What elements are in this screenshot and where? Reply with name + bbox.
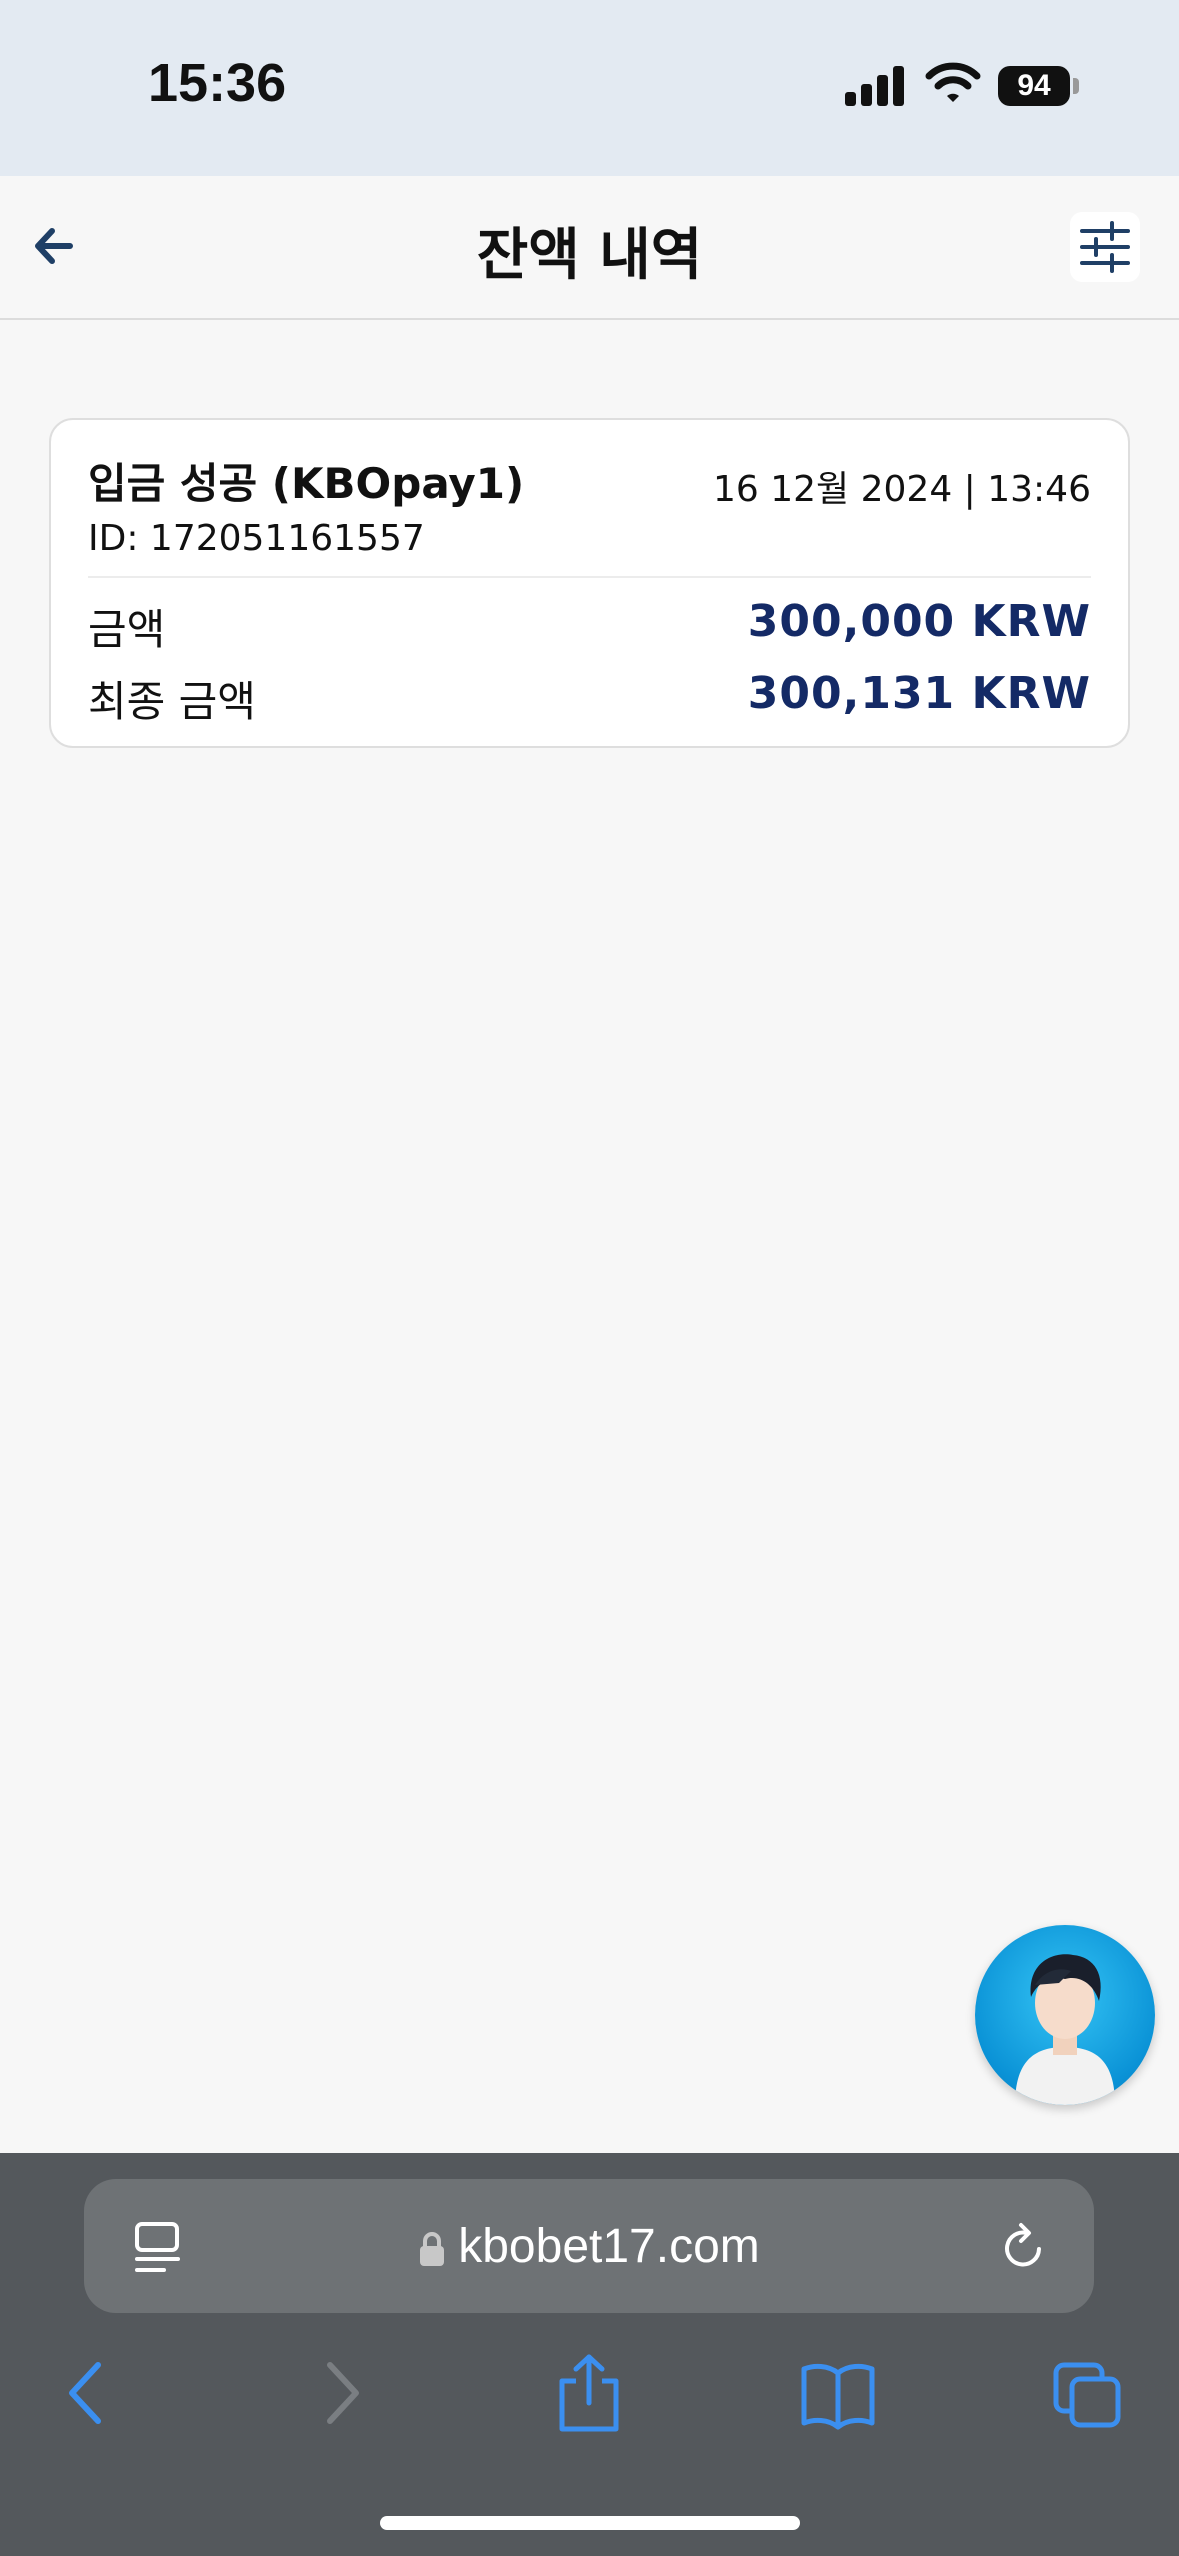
battery-icon: 94 [998,66,1070,106]
url-text: kbobet17.com [458,2220,760,2273]
page-header: 잔액 내역 [0,176,1179,320]
final-amount-value: 300,131 KRW [747,668,1091,719]
reload-icon[interactable] [999,2219,1049,2273]
page-title: 잔액 내역 [476,223,703,288]
home-indicator[interactable] [380,2516,800,2530]
divider [88,576,1091,578]
transaction-title: 입금 성공 (KBOpay1) [88,459,525,508]
wifi-icon [925,62,981,102]
support-chat-avatar[interactable] [975,1925,1155,2105]
amount-label: 금액 [88,605,166,654]
status-time: 15:36 [148,53,287,113]
transaction-date: 16 12월 2024 | 13:46 [712,469,1091,510]
amount-value: 300,000 KRW [747,596,1091,647]
final-amount-label: 최종 금액 [88,677,256,726]
avatar-icon [1015,1954,1115,2105]
filter-button[interactable] [1070,212,1140,282]
status-bar: 15:36 94 [0,0,1179,176]
battery-level: 94 [1017,69,1051,102]
url-display[interactable]: kbobet17.com [84,2219,1094,2274]
share-icon[interactable] [554,2353,624,2433]
forward-icon[interactable] [316,2353,366,2433]
bookmarks-icon[interactable] [800,2353,876,2433]
battery-nub [1073,78,1079,94]
sliders-icon [1080,221,1130,273]
transaction-id: ID: 172051161557 [88,518,425,559]
tabs-icon[interactable] [1052,2353,1124,2433]
address-bar[interactable]: kbobet17.com [84,2179,1094,2313]
back-icon[interactable] [62,2353,112,2433]
browser-toolbar: kbobet17.com [0,2153,1179,2556]
lock-icon [420,2232,445,2267]
cellular-signal-icon [845,64,905,106]
transaction-card[interactable]: 입금 성공 (KBOpay1) 16 12월 2024 | 13:46 ID: … [49,418,1130,748]
